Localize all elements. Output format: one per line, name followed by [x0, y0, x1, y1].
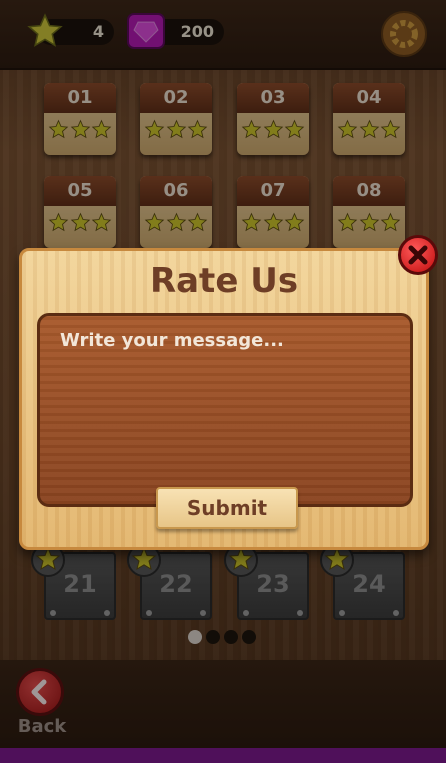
message-placeholder: Write your message... — [60, 330, 284, 351]
message-input[interactable]: Write your message... — [37, 313, 413, 507]
submit-button[interactable]: Submit — [156, 487, 298, 529]
close-icon — [408, 245, 428, 265]
rate-us-dialog: Rate Us Write your message... Submit — [19, 248, 429, 550]
close-button[interactable] — [398, 235, 438, 275]
dialog-title: Rate Us — [149, 261, 299, 301]
